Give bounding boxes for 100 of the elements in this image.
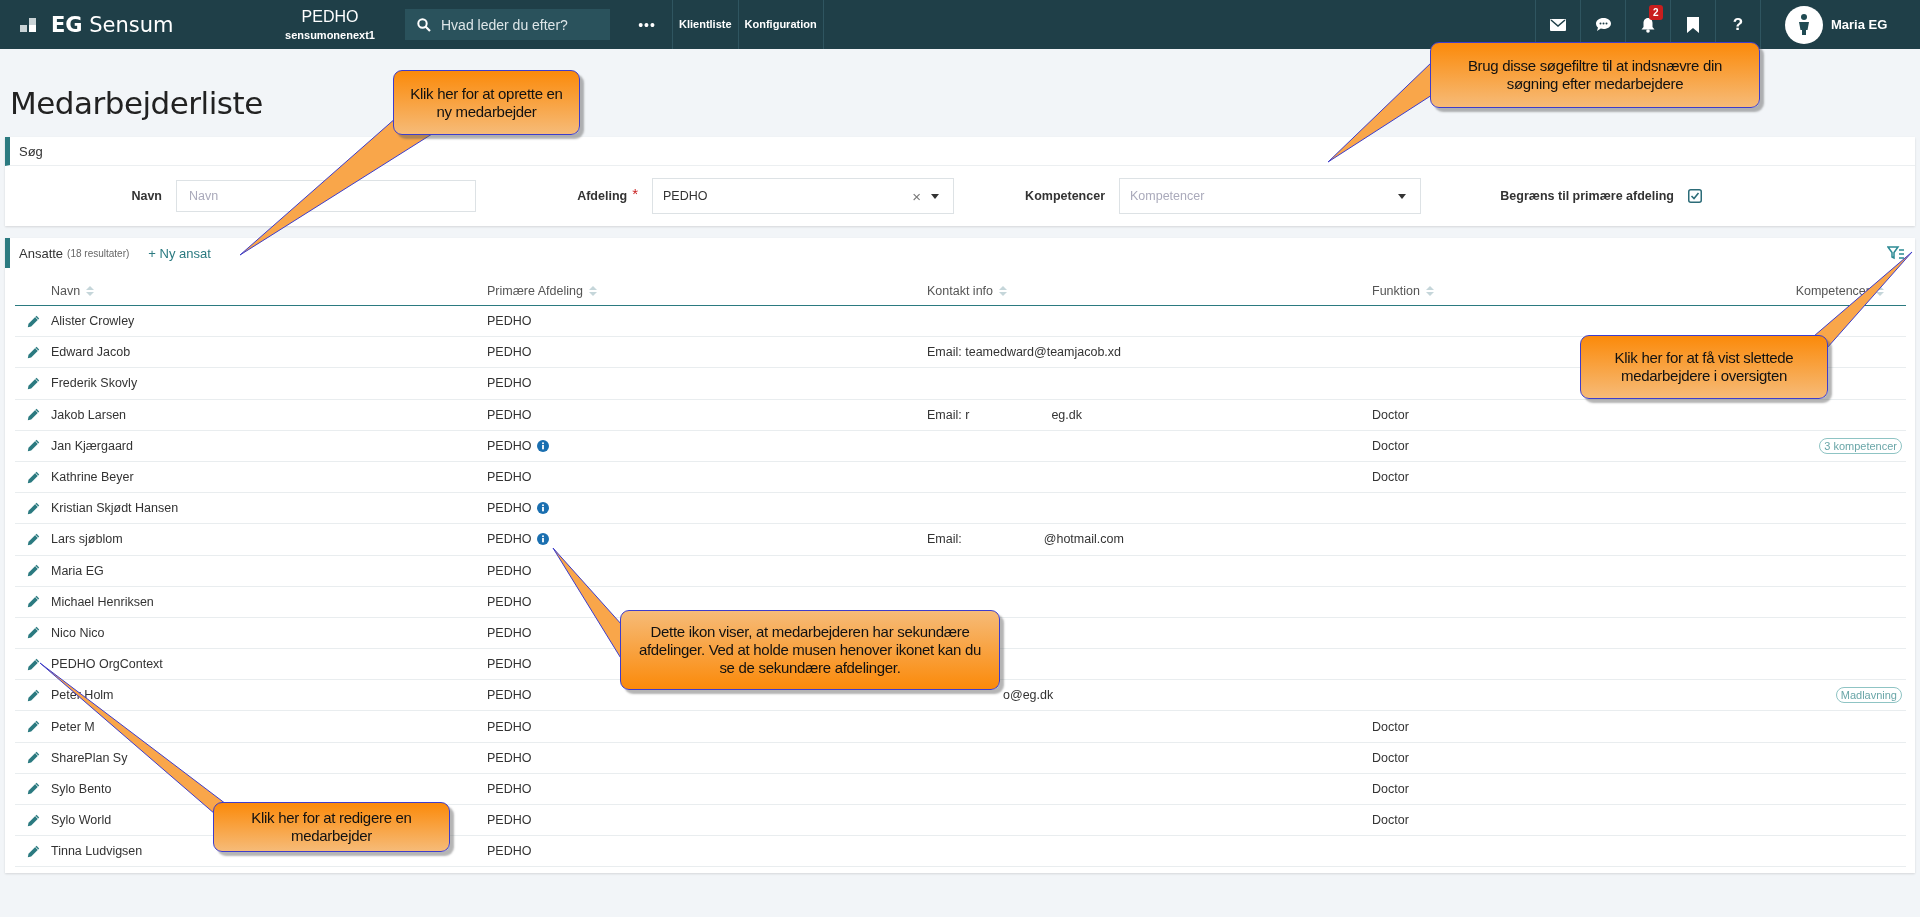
field-label: Navn (131, 189, 162, 203)
column-header[interactable]: Funktion (1372, 284, 1420, 298)
panel-title: Ansatte (19, 245, 64, 261)
function-text: Doctor (1372, 470, 1409, 485)
department-name: PEDHO (487, 314, 532, 329)
edit-icon[interactable] (26, 657, 40, 671)
nav-link[interactable]: Konfiguration (737, 0, 824, 49)
field-label: Afdeling (577, 189, 628, 203)
bell-icon[interactable] (1641, 16, 1655, 33)
employee-name[interactable]: Michael Henriksen (51, 594, 154, 609)
employee-name[interactable]: Edward Jacob (51, 345, 131, 360)
dropdown-field[interactable]: PEDHO × (652, 178, 954, 214)
employee-name[interactable]: Peter Holm (51, 688, 114, 703)
info-icon[interactable] (537, 439, 550, 452)
mail-icon[interactable] (1550, 18, 1566, 31)
edit-icon[interactable] (26, 751, 40, 765)
department-name: PEDHO (487, 813, 532, 828)
department-name: PEDHO (487, 345, 532, 360)
edit-icon[interactable] (26, 501, 40, 515)
info-icon[interactable] (537, 533, 550, 546)
department-name: PEDHO (487, 532, 532, 547)
department-name: PEDHO (487, 563, 532, 578)
function-text: Doctor (1372, 813, 1409, 828)
edit-icon[interactable] (26, 595, 40, 609)
org-name[interactable]: PEDHO (270, 8, 390, 26)
edit-icon[interactable] (26, 688, 40, 702)
contact-text: Email: teamedward@teamjacob.xd (927, 345, 1122, 360)
department-name: PEDHO (487, 470, 532, 485)
callout: Klik her for at få vist slettede medarbejdere i oversigten (1580, 335, 1828, 399)
edit-icon[interactable] (26, 782, 40, 796)
department-name: PEDHO (487, 844, 532, 859)
employee-name[interactable]: PEDHO OrgContext (51, 657, 163, 672)
edit-icon[interactable] (26, 314, 40, 328)
employee-name[interactable]: Maria EG (51, 563, 104, 578)
employee-name[interactable]: Lars sjøblom (51, 532, 123, 547)
required-mark: * (632, 189, 638, 203)
filter-icon[interactable] (1887, 246, 1905, 260)
bookmark-icon[interactable] (1687, 16, 1699, 33)
logo-text: EG Sensum (51, 12, 174, 37)
notification-count: 2 (1649, 5, 1663, 20)
department-name: PEDHO (487, 376, 532, 391)
employee-name[interactable]: Kristian Skjødt Hansen (51, 501, 179, 516)
employee-name[interactable]: Sylo World (51, 813, 112, 828)
checkbox[interactable] (1688, 189, 1702, 203)
department-name: PEDHO (487, 407, 532, 422)
avatar-icon[interactable] (1785, 5, 1823, 44)
info-icon[interactable] (537, 502, 550, 515)
employee-name[interactable]: Peter M (51, 719, 95, 734)
edit-icon[interactable] (26, 844, 40, 858)
edit-icon[interactable] (26, 345, 40, 359)
column-header[interactable]: Primære Afdeling (487, 284, 583, 298)
edit-icon[interactable] (26, 408, 40, 422)
clear-button[interactable]: × (912, 187, 921, 205)
search-field[interactable]: Hvad leder du efter? (405, 9, 610, 40)
column-header[interactable]: Kontakt info (927, 284, 993, 298)
edit-icon[interactable] (26, 626, 40, 640)
callout: Klik her for at redigere en medarbejder (213, 802, 450, 852)
department-name: PEDHO (487, 750, 532, 765)
department-name: PEDHO (487, 625, 532, 640)
employee-name[interactable]: SharePlan Sy (51, 750, 128, 765)
employee-name[interactable]: Nico Nico (51, 625, 105, 640)
department-name: PEDHO (487, 501, 532, 516)
field-label: Begræns til primære afdeling (1500, 189, 1674, 203)
contact-text: @hotmail.com (1043, 532, 1124, 547)
employee-name[interactable]: Jakob Larsen (51, 407, 127, 422)
user-name[interactable]: Maria EG (1831, 17, 1888, 32)
caret-icon[interactable] (1398, 193, 1406, 199)
nav-link[interactable]: Klientliste (672, 0, 738, 49)
column-header[interactable]: Navn (51, 284, 81, 298)
function-text: Doctor (1372, 750, 1409, 765)
result-count: (18 resultater) (67, 247, 130, 259)
edit-icon[interactable] (26, 564, 40, 578)
edit-icon[interactable] (26, 439, 40, 453)
employee-name[interactable]: Frederik Skovly (51, 376, 138, 391)
employee-name[interactable]: Kathrine Beyer (51, 470, 134, 485)
help-button[interactable]: ? (1732, 14, 1744, 35)
page-title: Medarbejderliste (10, 84, 263, 123)
search-icon (417, 17, 431, 32)
employee-name[interactable]: Tinna Ludvigsen (51, 844, 143, 859)
edit-icon[interactable] (26, 813, 40, 827)
employee-name[interactable]: Jan Kjærgaard (51, 438, 133, 453)
chat-icon[interactable] (1594, 17, 1612, 32)
edit-icon[interactable] (26, 532, 40, 546)
more-button[interactable]: ••• (622, 16, 672, 33)
field-label: Kompetencer (1025, 189, 1105, 203)
edit-icon[interactable] (26, 470, 40, 484)
edit-icon[interactable] (26, 720, 40, 734)
employee-name[interactable]: Sylo Bento (51, 781, 112, 796)
callout: Brug disse søgefiltre til at indsnævre din søgning efter medarbejdere (1430, 42, 1760, 108)
callout: Klik her for at oprette en ny medarbejder (393, 70, 580, 135)
edit-icon[interactable] (26, 376, 40, 390)
search-input[interactable]: Hvad leder du efter? (441, 16, 591, 33)
caret-icon[interactable] (931, 193, 939, 199)
employee-name[interactable]: Alister Crowley (51, 314, 135, 329)
function-text: Doctor (1372, 407, 1409, 422)
contact-text: eg.dk (1051, 407, 1082, 422)
function-text: Doctor (1372, 438, 1409, 453)
name-field[interactable]: Navn (176, 180, 476, 212)
new-employee-link[interactable]: + Ny ansat (148, 245, 211, 261)
department-name: PEDHO (487, 719, 532, 734)
